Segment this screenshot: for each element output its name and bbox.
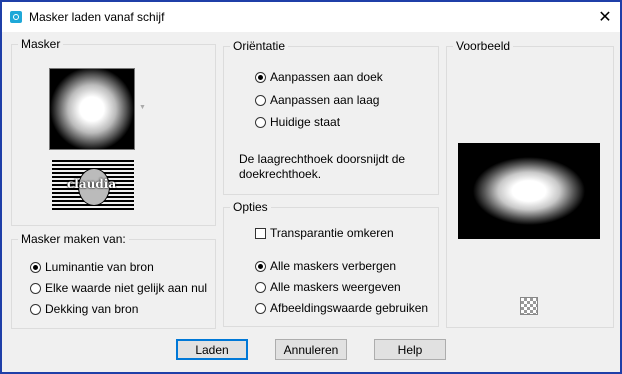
- options-group-label: Opties: [230, 200, 271, 214]
- radio-button-icon[interactable]: [255, 71, 266, 83]
- radio-nonzero[interactable]: Elke waarde niet gelijk aan nul: [30, 281, 207, 295]
- orientation-info-text: De laagrechthoek doorsnijdt de doekrecht…: [239, 152, 406, 181]
- mask-thumbnail[interactable]: [49, 68, 135, 150]
- radio-label: Aanpassen aan doek: [270, 70, 383, 84]
- radio-button-icon[interactable]: [30, 282, 41, 294]
- radio-label: Afbeeldingswaarde gebruiken: [270, 301, 429, 315]
- radio-hide-all-masks[interactable]: Alle maskers verbergen: [255, 259, 396, 273]
- window-title: Masker laden vanaf schijf: [29, 10, 165, 24]
- radio-label: Alle maskers verbergen: [270, 259, 397, 273]
- cancel-button[interactable]: Annuleren: [275, 339, 347, 360]
- checkerboard-icon[interactable]: [520, 297, 538, 315]
- mask-source-group-label: Masker maken van:: [18, 232, 129, 246]
- close-icon[interactable]: ✕: [590, 2, 620, 32]
- checkbox-label: Transparantie omkeren: [270, 226, 394, 240]
- radio-show-all-masks[interactable]: Alle maskers weergeven: [255, 280, 401, 294]
- radio-label: Dekking van bron: [45, 302, 139, 316]
- dropdown-arrow-icon[interactable]: ▼: [139, 104, 146, 111]
- preview-image: [458, 143, 600, 239]
- radio-luminance[interactable]: Luminantie van bron: [30, 260, 154, 274]
- mask-source-logo: claudia: [52, 160, 134, 210]
- dialog-window: Masker laden vanaf schijf ✕ Masker ▼ cla…: [0, 0, 622, 374]
- radio-button-icon[interactable]: [255, 302, 266, 314]
- radio-opacity[interactable]: Dekking van bron: [30, 302, 138, 316]
- help-button[interactable]: Help: [374, 339, 446, 360]
- radio-current-state[interactable]: Huidige staat: [255, 115, 340, 129]
- radio-button-icon[interactable]: [30, 261, 41, 273]
- preview-group-label: Voorbeeld: [453, 39, 514, 53]
- radio-button-icon[interactable]: [255, 116, 266, 128]
- radio-button-icon[interactable]: [255, 260, 266, 272]
- radio-label: Alle maskers weergeven: [270, 280, 401, 294]
- radio-use-image-value[interactable]: Afbeeldingswaarde gebruiken: [255, 301, 428, 315]
- radio-button-icon[interactable]: [255, 94, 266, 106]
- radio-label: Elke waarde niet gelijk aan nul: [45, 281, 208, 295]
- radio-button-icon[interactable]: [255, 281, 266, 293]
- app-icon: [10, 11, 22, 23]
- masker-group-label: Masker: [18, 37, 64, 51]
- title-bar: Masker laden vanaf schijf ✕: [2, 2, 620, 32]
- radio-fit-layer[interactable]: Aanpassen aan laag: [255, 93, 379, 107]
- orientation-group-label: Oriëntatie: [230, 39, 289, 53]
- radio-button-icon[interactable]: [30, 303, 41, 315]
- load-button[interactable]: Laden: [176, 339, 248, 360]
- logo-text: claudia: [67, 177, 117, 191]
- radio-label: Huidige staat: [270, 115, 341, 129]
- radio-label: Luminantie van bron: [45, 260, 154, 274]
- radio-label: Aanpassen aan laag: [270, 93, 380, 107]
- checkbox-icon[interactable]: [255, 227, 266, 239]
- invert-transparency-checkbox[interactable]: Transparantie omkeren: [255, 226, 394, 240]
- radio-fit-canvas[interactable]: Aanpassen aan doek: [255, 70, 383, 84]
